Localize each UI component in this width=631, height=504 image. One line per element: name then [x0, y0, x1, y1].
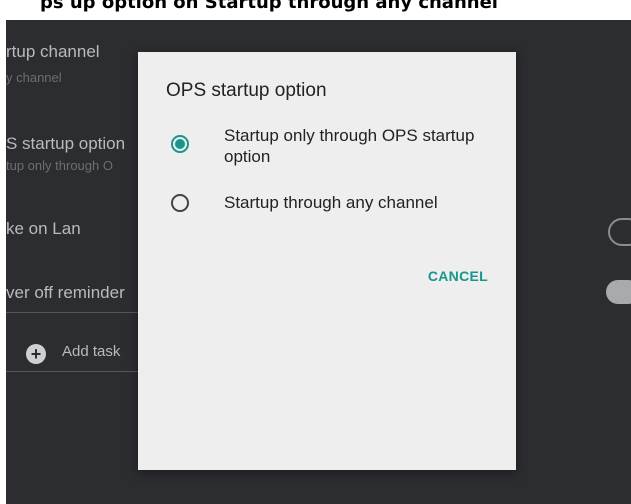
setting-wake-on-lan-label[interactable]: ke on Lan [6, 219, 81, 239]
plus-icon: + [26, 344, 46, 364]
option-any-channel-label[interactable]: Startup through any channel [224, 192, 438, 213]
caption-text: ps up option on Startup through any chan… [40, 0, 498, 13]
setting-startup-channel-label[interactable]: rtup channel [6, 42, 100, 62]
add-task-label: Add task [62, 343, 121, 360]
add-task-button[interactable] [6, 312, 156, 372]
option-ops-only-radio[interactable] [171, 135, 189, 153]
setting-startup-channel-value: y channel [6, 70, 62, 85]
setting-ops-startup-option-value: tup only through O [6, 158, 113, 173]
power-off-reminder-toggle[interactable] [606, 280, 631, 304]
wake-on-lan-toggle[interactable] [608, 218, 631, 246]
setting-ops-startup-option-label[interactable]: S startup option [6, 134, 125, 154]
cancel-button[interactable]: CANCEL [428, 268, 488, 284]
settings-screen: rtup channel y channel S startup option … [6, 20, 631, 504]
ops-startup-option-dialog: OPS startup option Startup only through … [138, 52, 516, 470]
option-ops-only-label[interactable]: Startup only through OPS startup option [224, 125, 484, 167]
option-any-channel-radio[interactable] [171, 194, 189, 212]
top-caption-banner: ps up option on Startup through any chan… [0, 0, 631, 22]
setting-power-off-reminder-label[interactable]: ver off reminder [6, 283, 125, 303]
dialog-title: OPS startup option [166, 80, 327, 101]
